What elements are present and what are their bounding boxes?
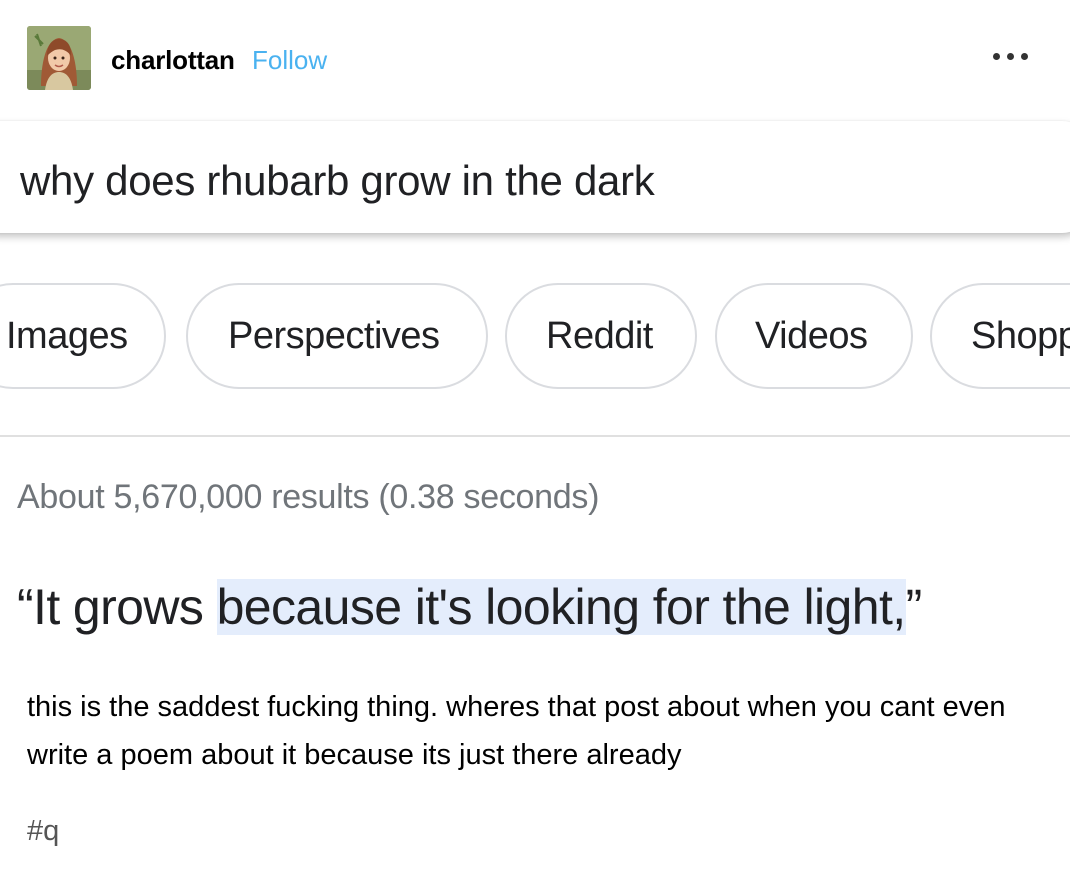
- chip-label: Images: [6, 315, 128, 357]
- post-tag[interactable]: #q: [27, 815, 59, 848]
- more-options-icon[interactable]: [985, 40, 1037, 72]
- chip-perspectives[interactable]: Perspectives: [186, 283, 488, 389]
- avatar[interactable]: [27, 26, 91, 90]
- search-query: why does rhubarb grow in the dark: [20, 157, 655, 204]
- chip-images[interactable]: Images: [0, 283, 166, 389]
- username[interactable]: charlottan: [111, 45, 235, 76]
- follow-button[interactable]: Follow: [252, 45, 327, 76]
- search-box[interactable]: why does rhubarb grow in the dark: [0, 121, 1070, 233]
- divider: [0, 435, 1070, 437]
- chip-reddit[interactable]: Reddit: [505, 283, 697, 389]
- chip-shopping[interactable]: Shopp: [930, 283, 1070, 389]
- chip-label: Videos: [755, 315, 868, 357]
- chip-videos[interactable]: Videos: [715, 283, 913, 389]
- search-screenshot: why does rhubarb grow in the dark Images…: [0, 115, 1070, 775]
- chip-label: Perspectives: [228, 315, 440, 357]
- snippet-text: “It grows: [17, 579, 217, 635]
- featured-snippet: “It grows because it's looking for the l…: [17, 575, 922, 639]
- post-caption: this is the saddest fucking thing. where…: [27, 691, 1006, 771]
- snippet-highlight: because it's looking for the light,: [216, 579, 906, 635]
- snippet-text-end: ”: [905, 579, 923, 635]
- result-stats: About 5,670,000 results (0.38 seconds): [17, 478, 600, 516]
- chip-label: Reddit: [546, 315, 653, 357]
- avatar-illustration: [27, 26, 91, 90]
- post-header: charlottan Follow: [0, 0, 1070, 115]
- chip-label: Shopp: [971, 315, 1070, 357]
